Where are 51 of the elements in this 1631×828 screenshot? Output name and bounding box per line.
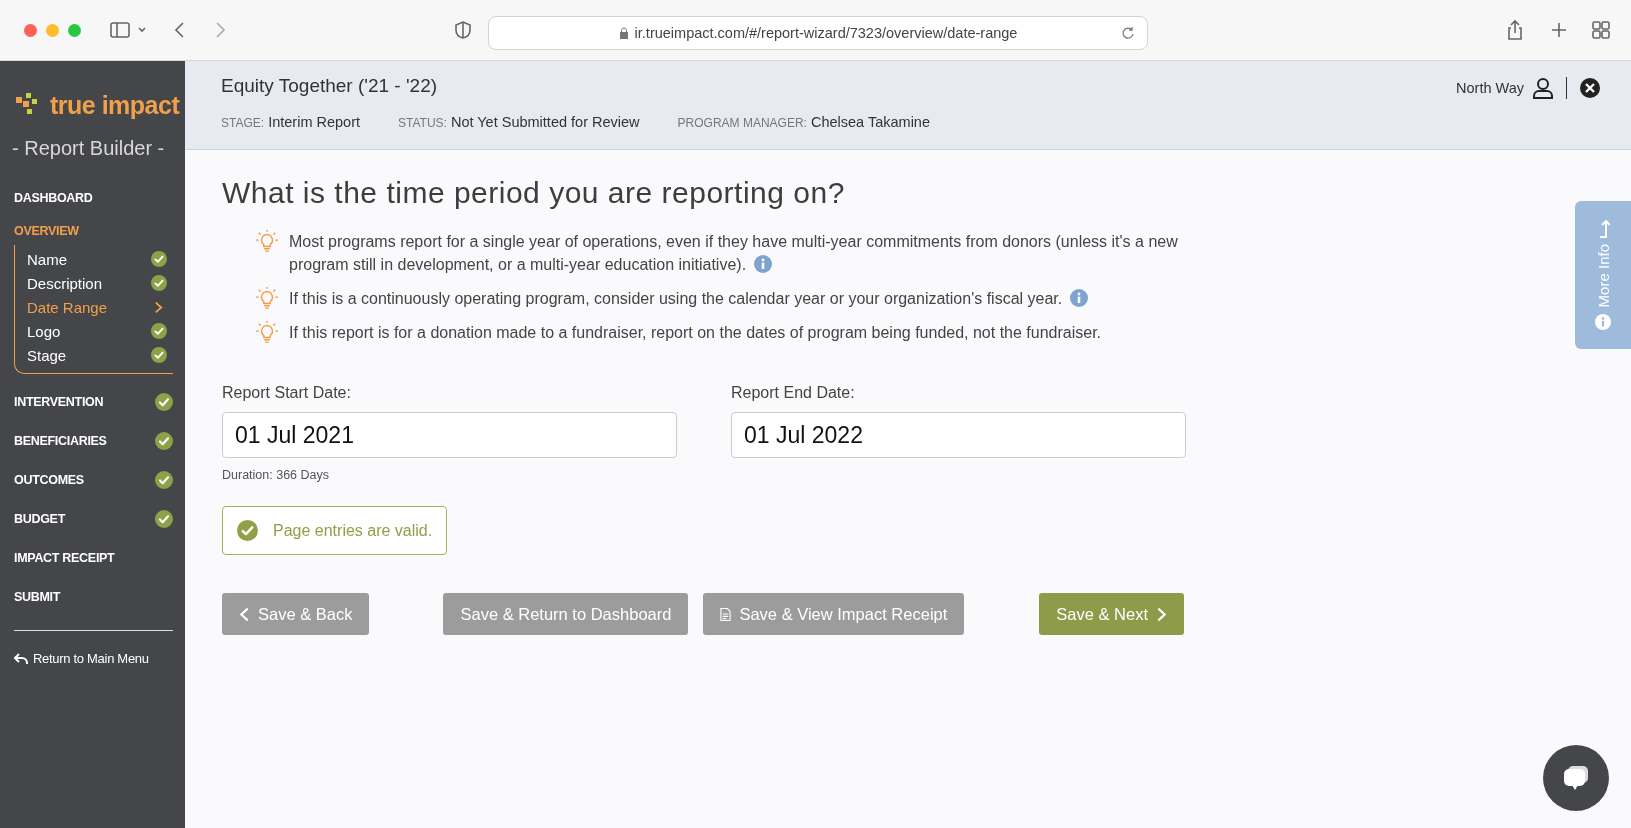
lightbulb-icon [255,321,279,343]
meta-field: STAGE: Interim Report [221,114,361,130]
shield-icon[interactable] [452,19,474,41]
nav-item[interactable]: INTERVENTION [14,394,104,409]
field-label: Report End Date: [731,384,856,402]
nav-item[interactable]: SUBMIT [14,589,61,604]
logo-text: true impact [50,90,180,120]
chevron-left-icon [239,606,250,622]
report-title: Equity Together ('21 - '22) [221,75,439,97]
meta-field: STATUS: Not Yet Submitted for Review [398,114,640,130]
field-label: Report Start Date: [222,384,352,402]
nav-subitem[interactable]: Name [27,250,67,268]
chevron-right-icon [1156,606,1168,622]
validation-text: Page entries are valid. [273,521,433,540]
reload-icon[interactable] [1121,26,1135,40]
return-link[interactable]: Return to Main Menu [14,651,173,666]
address-bar[interactable]: ir.trueimpact.com/#/report-wizard/7323/overview/date-range [488,16,1148,50]
user-name: North Way [1456,80,1524,96]
lightbulb-icon [255,287,279,309]
duration-text: Duration: 366 Days [222,468,330,482]
meta-field: PROGRAM MANAGER: Chelsea Takamine [677,114,930,130]
lightbulb-icon [255,230,279,252]
nav-item[interactable]: OVERVIEW [14,224,79,238]
nav-item[interactable]: BUDGET [14,511,65,526]
user-icon[interactable] [1532,77,1554,99]
nav-item[interactable]: OUTCOMES [14,472,84,487]
close-window-icon[interactable] [24,23,37,37]
tip-text: Most programs report for a single year of operations, even if they have multi-year commitments from donors (unless it's a new program still in development, or a multi-year education initiative). [289,232,1179,275]
info-icon[interactable] [1070,289,1089,307]
nav-subitem[interactable]: Date Range [27,298,108,316]
sidebar-subtitle: - Report Builder - [11,136,166,160]
check-icon [237,520,258,541]
info-icon[interactable] [754,255,773,273]
lock-icon [618,27,629,39]
nav-item[interactable]: DASHBOARD [14,190,93,205]
nav-subitem[interactable]: Stage [27,346,67,364]
document-icon [720,606,732,622]
date-field[interactable]: 01 Jul 2021 [222,412,677,458]
nav-subitem[interactable]: Logo [27,322,61,340]
date-field[interactable]: 01 Jul 2022 [731,412,1186,458]
nav-item[interactable]: BENEFICIARIES [14,433,107,448]
question-heading: What is the time period you are reporting on? [222,176,845,210]
close-icon[interactable] [1579,77,1601,99]
info-icon [1595,313,1611,330]
sidebar-icon[interactable] [109,19,131,41]
tab-overview-icon[interactable] [1590,19,1612,41]
nav-item[interactable]: IMPACT RECEIPT [14,550,115,565]
return-arrow-icon [14,652,28,665]
nav-subitem[interactable]: Description [27,274,103,292]
tip-text: If this report is for a donation made to a fundraiser, report on the dates of program being funded, not the fundraiser. [289,323,1102,343]
tip-text: If this is a continuously operating program, consider using the calendar year or your organization's fiscal year. [289,287,1089,310]
